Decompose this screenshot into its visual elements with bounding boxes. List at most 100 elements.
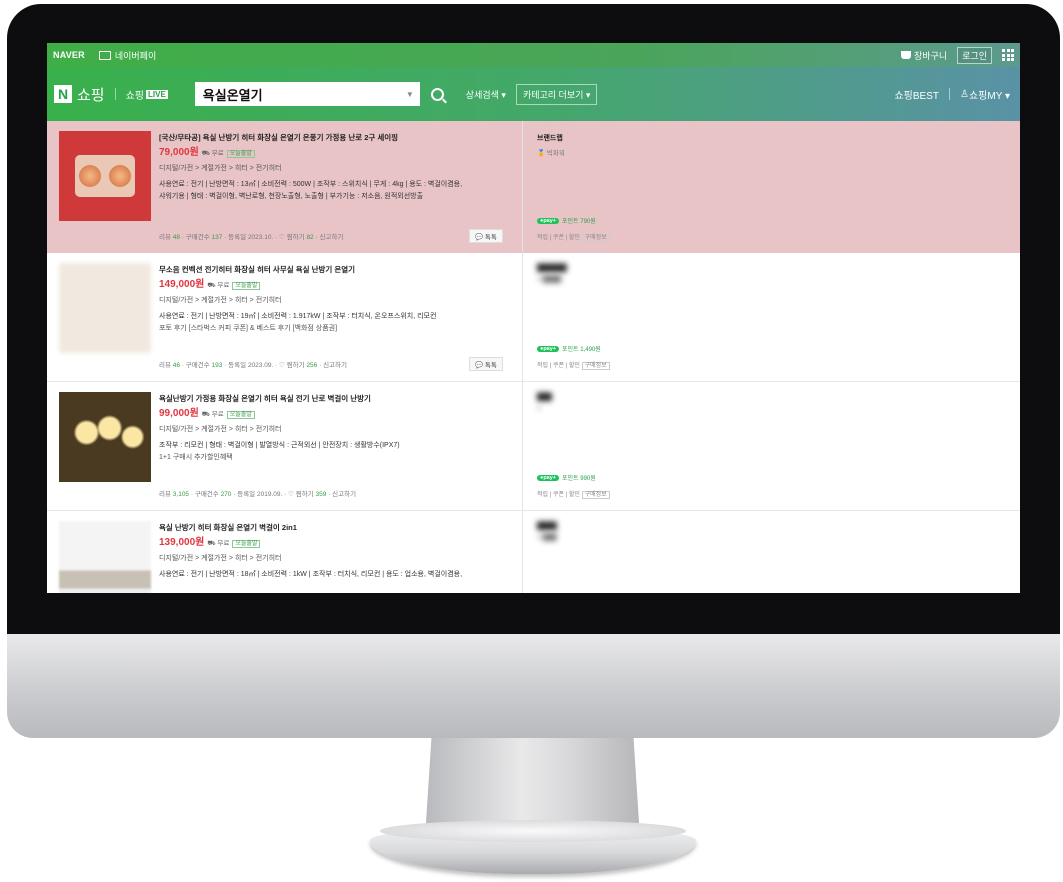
card-icon <box>98 50 111 60</box>
product-item[interactable]: [국산/무타공] 욕실 난방기 히터 화장실 온열기 온풍기 가정용 난로 2구… <box>47 121 1020 253</box>
product-image[interactable] <box>59 521 151 593</box>
shipping-info: ⛟ 무료 <box>207 282 230 290</box>
shopping-my-link[interactable]: 쇼핑MY ▾ <box>969 87 1010 102</box>
top-bar-right: 장바구니 로그인 <box>901 46 1014 64</box>
product-category[interactable]: 디지털/가전 > 계절가전 > 히터 > 전기히터 <box>159 426 519 435</box>
npay-icon: ●pay+ <box>537 474 560 481</box>
product-title[interactable]: 욕실 난방기 히터 화장실 온열기 벽걸이 2in1 <box>159 523 519 532</box>
benefits: 적립 | 쿠폰 | 할인 구매정보 <box>537 360 610 370</box>
login-button[interactable]: 로그인 <box>957 46 992 64</box>
cart-label: 장바구니 <box>914 50 948 61</box>
live-badge: LIVE <box>146 89 168 99</box>
divider <box>949 88 950 100</box>
mall-info: ███ ● ●pay+ 포인트 990원 적립 | 쿠폰 | 할인 구매정보 <box>522 382 667 510</box>
category-more-button[interactable]: 카테고리 더보기 ▾ <box>515 83 598 105</box>
heart-icon[interactable]: ♡ <box>279 362 285 369</box>
benefits: 적립 | 쿠폰 | 할인 구매정보 <box>537 232 610 242</box>
header-right: 쇼핑BEST ♙ 쇼핑MY ▾ <box>894 87 1010 102</box>
buy-info-button[interactable]: 구매정보 <box>581 362 610 370</box>
product-specs: 조작부 : 리모컨 | 형태 : 벽걸이형 | 발열방식 : 근적외선 | 안전… <box>159 441 400 449</box>
product-category[interactable]: 디지털/가전 > 계절가전 > 히터 > 전기히터 <box>159 555 519 564</box>
shipping-info: ⛟ 무료 <box>201 150 224 158</box>
apps-grid-icon[interactable] <box>1002 49 1014 61</box>
npay-point: ●pay+ 포인트 790원 <box>537 216 596 225</box>
product-item[interactable]: 욕실난방기 가정용 화장실 온열기 히터 욕실 전기 난로 벽걸이 난방기 99… <box>47 382 1020 511</box>
mall-name[interactable]: ████ <box>537 523 667 530</box>
product-category[interactable]: 디지털/가전 > 계절가전 > 히터 > 전기히터 <box>159 297 519 306</box>
mall-grade: 🏅 빅파워 <box>537 150 565 157</box>
product-promo: 1+1 구매시 추가할인혜택 <box>159 454 233 462</box>
mall-name[interactable]: ███ <box>537 394 667 401</box>
mall-info: 브랜드랩 🏅 빅파워 ●pay+ 포인트 790원 적립 | 쿠폰 | 할인 구매… <box>522 121 667 253</box>
today-ship-badge: 오늘출발 <box>226 150 255 159</box>
buy-info-button[interactable]: 구매정보 <box>581 234 610 242</box>
naver-pay-link[interactable]: 네이버페이 <box>98 49 157 62</box>
shipping-info: ⛟ 무료 <box>207 540 230 548</box>
mall-grade: ● ████ <box>537 276 562 283</box>
report-link[interactable]: 신고하기 <box>323 362 347 369</box>
mall-info: ████ ● ███ <box>522 511 667 593</box>
shopping-live-link[interactable]: 쇼핑 LIVE <box>126 87 168 102</box>
product-image[interactable] <box>59 263 151 353</box>
naver-pay-label: 네이버페이 <box>114 50 157 61</box>
talk-button[interactable]: 💬 톡톡 <box>469 229 503 243</box>
npay-point: ●pay+ 포인트 1,490원 <box>537 344 601 353</box>
product-price: 99,000원 <box>159 408 199 420</box>
report-link[interactable]: 신고하기 <box>332 491 356 498</box>
today-ship-badge: 오늘출발 <box>226 411 255 420</box>
cart-icon <box>901 50 912 59</box>
report-link[interactable]: 신고하기 <box>319 234 343 241</box>
product-specs: 사용연료 : 전기 | 난방면적 : 13㎡ | 소비전력 : 500W | 조… <box>159 180 463 188</box>
product-specs: 사용연료 : 전기 | 난방면적 : 18㎡ | 소비전력 : 1kW | 조작… <box>159 570 463 578</box>
product-item[interactable]: 욕실 난방기 히터 화장실 온열기 벽걸이 2in1 139,000원 ⛟ 무료 오… <box>47 511 1020 593</box>
top-bar: NAVER 네이버페이 장바구니 로그인 <box>47 43 1020 67</box>
naver-n-logo[interactable]: N <box>54 85 72 103</box>
product-title[interactable]: 무소음 컨벡션 전기히터 화장실 히터 사무실 욕실 난방기 온열기 <box>159 265 519 274</box>
autocomplete-caret-icon[interactable]: ▼ <box>406 90 414 99</box>
benefits: 적립 | 쿠폰 | 할인 구매정보 <box>537 489 610 499</box>
naver-logo[interactable]: NAVER <box>53 50 85 60</box>
product-title[interactable]: 욕실난방기 가정용 화장실 온열기 히터 욕실 전기 난로 벽걸이 난방기 <box>159 394 519 403</box>
product-meta: 리뷰 48 · 구매건수 137 · 등록일 2023.10. · ♡ 찜하기 … <box>159 234 344 241</box>
shopping-header: N 쇼핑 쇼핑 LIVE 욕실온열기 ▼ 상세검색 ▾ 카테고리 더보기 ▾ 쇼핑… <box>47 67 1020 121</box>
product-image[interactable] <box>59 392 151 482</box>
live-prefix: 쇼핑 <box>125 90 145 102</box>
product-price: 79,000원 <box>159 147 199 159</box>
cart-link[interactable]: 장바구니 <box>901 49 947 62</box>
shopping-best-link[interactable]: 쇼핑BEST <box>894 87 939 102</box>
today-ship-badge: 오늘출발 <box>232 540 261 549</box>
monitor-stand-base-top <box>380 820 686 842</box>
mall-name[interactable]: 브랜드랩 <box>537 133 667 143</box>
search-input[interactable]: 욕실온열기 <box>203 85 406 104</box>
product-image[interactable] <box>59 131 151 221</box>
product-info: 욕실 난방기 히터 화장실 온열기 벽걸이 2in1 139,000원 ⛟ 무료 오… <box>159 511 519 593</box>
shopping-title[interactable]: 쇼핑 <box>77 84 105 105</box>
search-button[interactable] <box>426 82 450 106</box>
monitor-chin <box>7 634 1060 738</box>
product-specs-2: 샤워기용 | 형태 : 벽걸이형, 벽난로형, 천장노출형, 노출형 | 부가기… <box>159 193 424 201</box>
product-item[interactable]: 무소음 컨벡션 전기히터 화장실 히터 사무실 욕실 난방기 온열기 149,0… <box>47 253 1020 382</box>
product-meta: 리뷰 46 · 구매건수 193 · 등록일 2023.09. · ♡ 찜하기 … <box>159 362 347 369</box>
product-price: 149,000원 <box>159 279 205 291</box>
npay-icon: ●pay+ <box>537 217 560 224</box>
product-meta: 리뷰 3,105 · 구매건수 270 · 등록일 2019.09. · ♡ 찜… <box>159 491 357 498</box>
heart-icon[interactable]: ♡ <box>288 491 294 498</box>
search-icon <box>431 87 445 101</box>
product-price: 139,000원 <box>159 537 205 549</box>
advanced-search-button[interactable]: 상세검색 ▾ <box>466 88 506 101</box>
heart-icon[interactable]: ♡ <box>279 234 285 241</box>
today-ship-badge: 오늘출발 <box>232 282 261 291</box>
product-promo: 포토 후기 [스타벅스 커피 쿠폰] & 베스트 후기 [백화점 상품권] <box>159 325 338 333</box>
product-specs: 사용연료 : 전기 | 난방면적 : 19㎡ | 소비전력 : 1.917kW … <box>159 312 437 320</box>
buy-info-button[interactable]: 구매정보 <box>581 491 610 499</box>
mall-name[interactable]: ██████ <box>537 265 667 272</box>
search-box[interactable]: 욕실온열기 ▼ <box>194 82 420 106</box>
talk-button[interactable]: 💬 톡톡 <box>469 357 503 371</box>
browser-screen: NAVER 네이버페이 장바구니 로그인 N 쇼핑 쇼핑 LIVE 욕실온열기 ▼… <box>47 43 1020 593</box>
product-title[interactable]: [국산/무타공] 욕실 난방기 히터 화장실 온열기 온풍기 가정용 난로 2구… <box>159 133 519 142</box>
npay-point: ●pay+ 포인트 990원 <box>537 473 596 482</box>
npay-icon: ●pay+ <box>537 345 560 352</box>
shipping-info: ⛟ 무료 <box>201 411 224 419</box>
user-icon: ♙ <box>960 88 969 100</box>
product-category[interactable]: 디지털/가전 > 계절가전 > 히터 > 전기히터 <box>159 165 519 174</box>
